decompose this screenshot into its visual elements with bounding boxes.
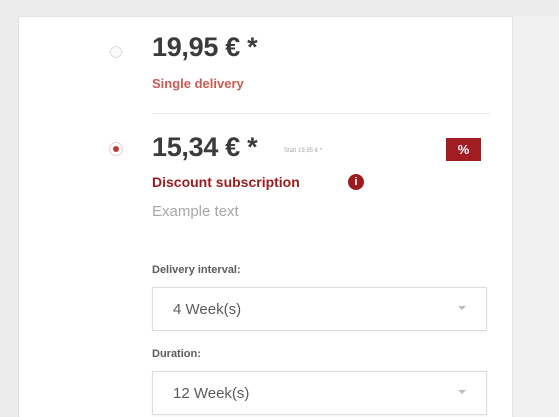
delivery-interval-select[interactable]: 4 Week(s) [152,287,487,331]
chevron-down-icon [458,306,466,310]
discount-badge: % [446,138,481,161]
single-delivery-label: Single delivery [152,76,244,91]
example-text: Example text [152,203,239,220]
delivery-interval-label: Delivery interval: [152,264,241,276]
info-icon[interactable]: i [348,174,364,190]
duration-label: Duration: [152,348,201,360]
single-delivery-price: 19,95 € * [152,32,258,62]
delivery-interval-value: 4 Week(s) [173,301,242,318]
product-buybox-card [18,16,513,417]
page-background: 19,95 € * Single delivery 15,34 € * Stat… [0,0,559,417]
subscription-old-price: Statt 19,95 € * [284,148,323,154]
duration-select[interactable]: 12 Week(s) [152,371,487,415]
option-divider [152,113,490,114]
subscription-label: Discount subscription [152,174,300,190]
chevron-down-icon [458,390,466,394]
duration-value: 12 Week(s) [173,385,250,402]
side-panel [512,16,559,417]
single-delivery-radio[interactable] [110,46,122,58]
subscription-price: 15,34 € * [152,132,258,162]
subscription-radio[interactable] [110,143,122,155]
